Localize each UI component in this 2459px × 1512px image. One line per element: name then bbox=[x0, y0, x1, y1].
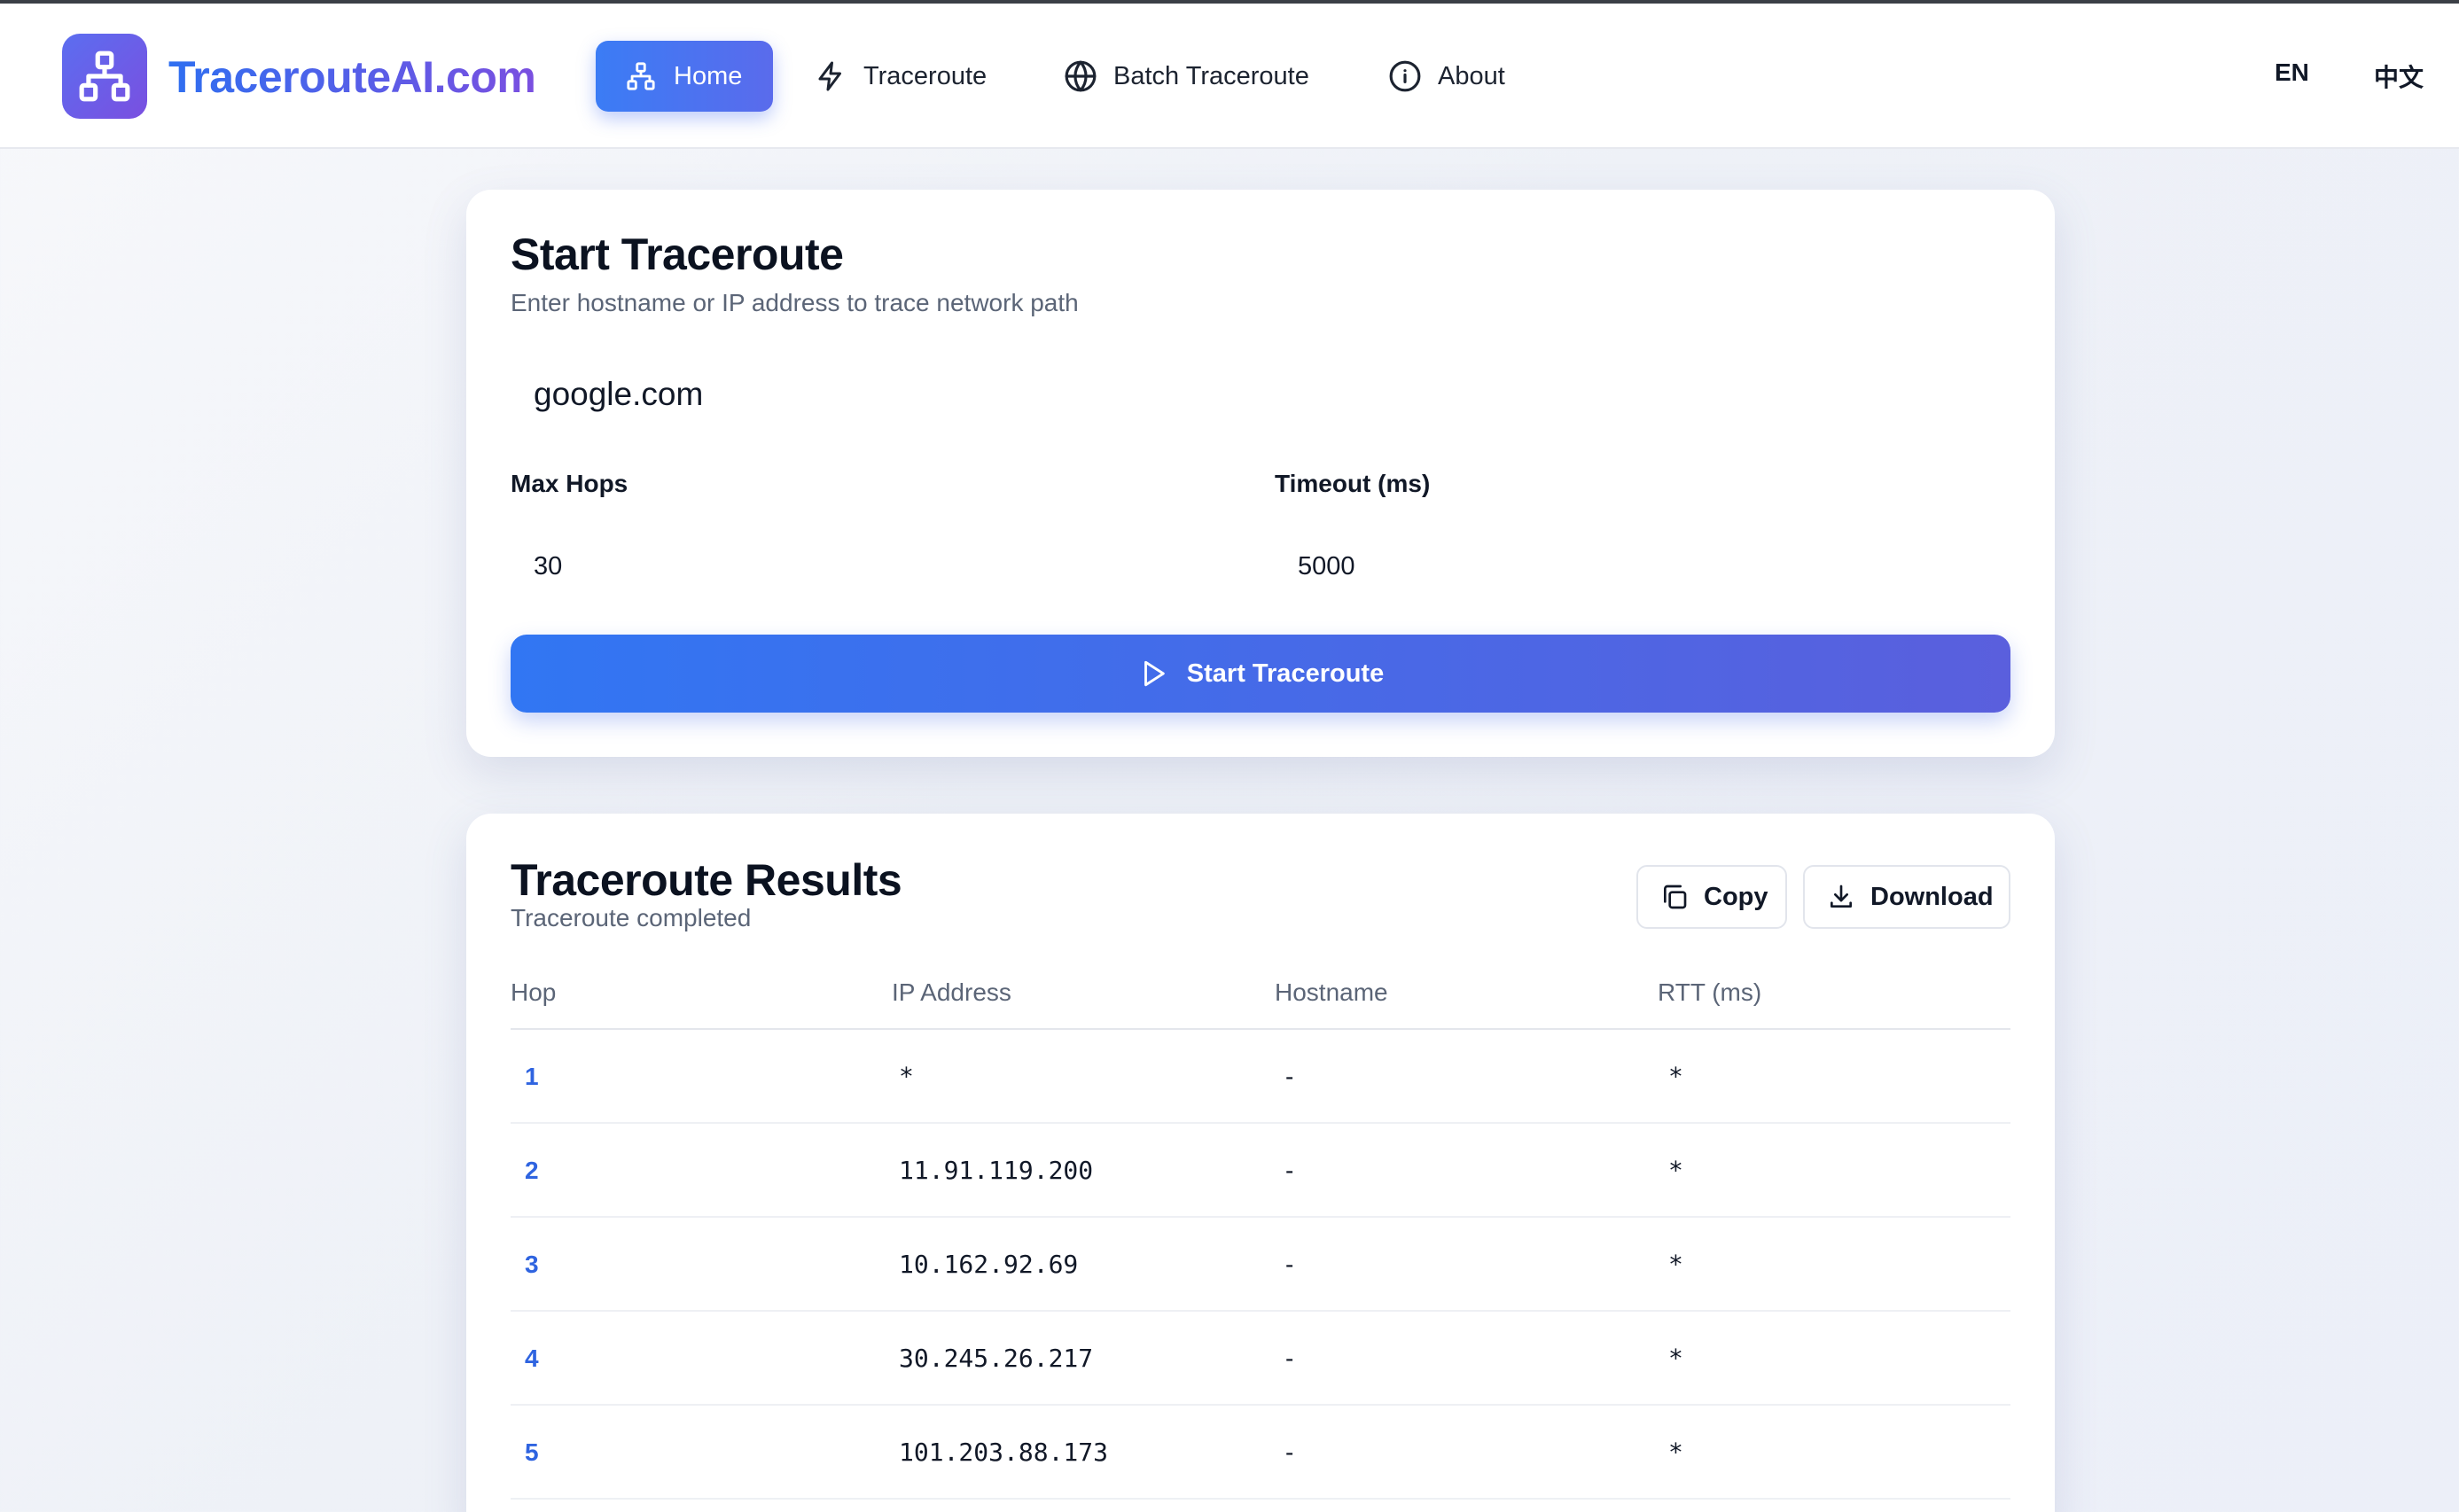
start-traceroute-card: Start Traceroute Enter hostname or IP ad… bbox=[466, 190, 2055, 757]
language-zh[interactable]: 中文 bbox=[2374, 58, 2424, 94]
brand-name[interactable]: TracerouteAI.com bbox=[168, 46, 536, 108]
hostname: - bbox=[1285, 1157, 1294, 1184]
start-card-subtitle: Enter hostname or IP address to trace ne… bbox=[511, 289, 1079, 316]
max-hops-input[interactable] bbox=[511, 535, 1237, 597]
download-button-label: Download bbox=[1870, 882, 1994, 911]
nav-home[interactable]: Home bbox=[596, 41, 773, 112]
rtt: * bbox=[1668, 1344, 1683, 1373]
rtt: * bbox=[1668, 1438, 1683, 1467]
nav-about[interactable]: About bbox=[1388, 41, 1505, 112]
ip-address: 11.91.119.200 bbox=[899, 1156, 1094, 1185]
hop-number[interactable]: 4 bbox=[525, 1312, 539, 1406]
nav-batch-traceroute[interactable]: Batch Traceroute bbox=[1064, 41, 1309, 112]
timeout-label: Timeout (ms) bbox=[1275, 470, 1431, 497]
hostname: - bbox=[1285, 1251, 1294, 1278]
globe-icon bbox=[1064, 59, 1097, 93]
logo[interactable] bbox=[62, 34, 147, 119]
column-header-ip: IP Address bbox=[892, 978, 1011, 1006]
hop-number[interactable]: 1 bbox=[525, 1030, 539, 1124]
start-card-title: Start Traceroute bbox=[511, 230, 844, 279]
top-navbar: TracerouteAI.com Home Traceroute Batch T… bbox=[0, 4, 2459, 149]
ip-address: 10.162.92.69 bbox=[899, 1250, 1079, 1279]
table-row: 2 11.91.119.200 - * bbox=[511, 1124, 2010, 1218]
hostname-input[interactable] bbox=[511, 363, 2010, 425]
traceroute-results-card: Traceroute Results Traceroute completed … bbox=[466, 814, 2055, 1512]
lightning-icon bbox=[814, 59, 847, 93]
nav-traceroute-label: Traceroute bbox=[863, 61, 988, 90]
column-header-hostname: Hostname bbox=[1275, 978, 1388, 1006]
hostname: - bbox=[1285, 1063, 1294, 1090]
nav-batch-label: Batch Traceroute bbox=[1113, 61, 1309, 90]
hop-number[interactable]: 2 bbox=[525, 1124, 539, 1218]
hop-number[interactable]: 5 bbox=[525, 1406, 539, 1500]
copy-button[interactable]: Copy bbox=[1636, 865, 1787, 929]
hostname: - bbox=[1285, 1438, 1294, 1466]
hostname: - bbox=[1285, 1344, 1294, 1372]
table-row: 1 * - * bbox=[511, 1030, 2010, 1124]
column-header-rtt: RTT (ms) bbox=[1658, 978, 1762, 1006]
nav-traceroute[interactable]: Traceroute bbox=[814, 41, 987, 112]
download-icon bbox=[1826, 882, 1856, 912]
results-title: Traceroute Results bbox=[511, 855, 902, 905]
table-row: 4 30.245.26.217 - * bbox=[511, 1312, 2010, 1406]
language-en[interactable]: EN bbox=[2275, 58, 2309, 87]
start-traceroute-button[interactable]: Start Traceroute bbox=[511, 635, 2010, 713]
max-hops-label: Max Hops bbox=[511, 470, 628, 497]
info-icon bbox=[1388, 59, 1422, 93]
download-button[interactable]: Download bbox=[1803, 865, 2010, 929]
rtt: * bbox=[1668, 1062, 1683, 1091]
network-icon bbox=[79, 51, 130, 102]
table-row: 5 101.203.88.173 - * bbox=[511, 1406, 2010, 1500]
ip-address: 30.245.26.217 bbox=[899, 1344, 1094, 1373]
network-icon bbox=[624, 59, 658, 93]
copy-icon bbox=[1659, 882, 1690, 912]
rtt: * bbox=[1668, 1156, 1683, 1185]
hop-number[interactable]: 3 bbox=[525, 1218, 539, 1312]
nav-about-label: About bbox=[1438, 61, 1505, 90]
copy-button-label: Copy bbox=[1704, 882, 1768, 911]
table-row: 3 10.162.92.69 - * bbox=[511, 1218, 2010, 1312]
ip-address: * bbox=[899, 1062, 914, 1091]
rtt: * bbox=[1668, 1250, 1683, 1279]
play-icon bbox=[1137, 658, 1169, 690]
ip-address: 101.203.88.173 bbox=[899, 1438, 1109, 1467]
results-status: Traceroute completed bbox=[511, 904, 752, 931]
nav-home-label: Home bbox=[674, 61, 743, 90]
column-header-hop: Hop bbox=[511, 978, 557, 1006]
timeout-input[interactable] bbox=[1275, 535, 2002, 597]
start-traceroute-button-label: Start Traceroute bbox=[1186, 659, 1385, 688]
